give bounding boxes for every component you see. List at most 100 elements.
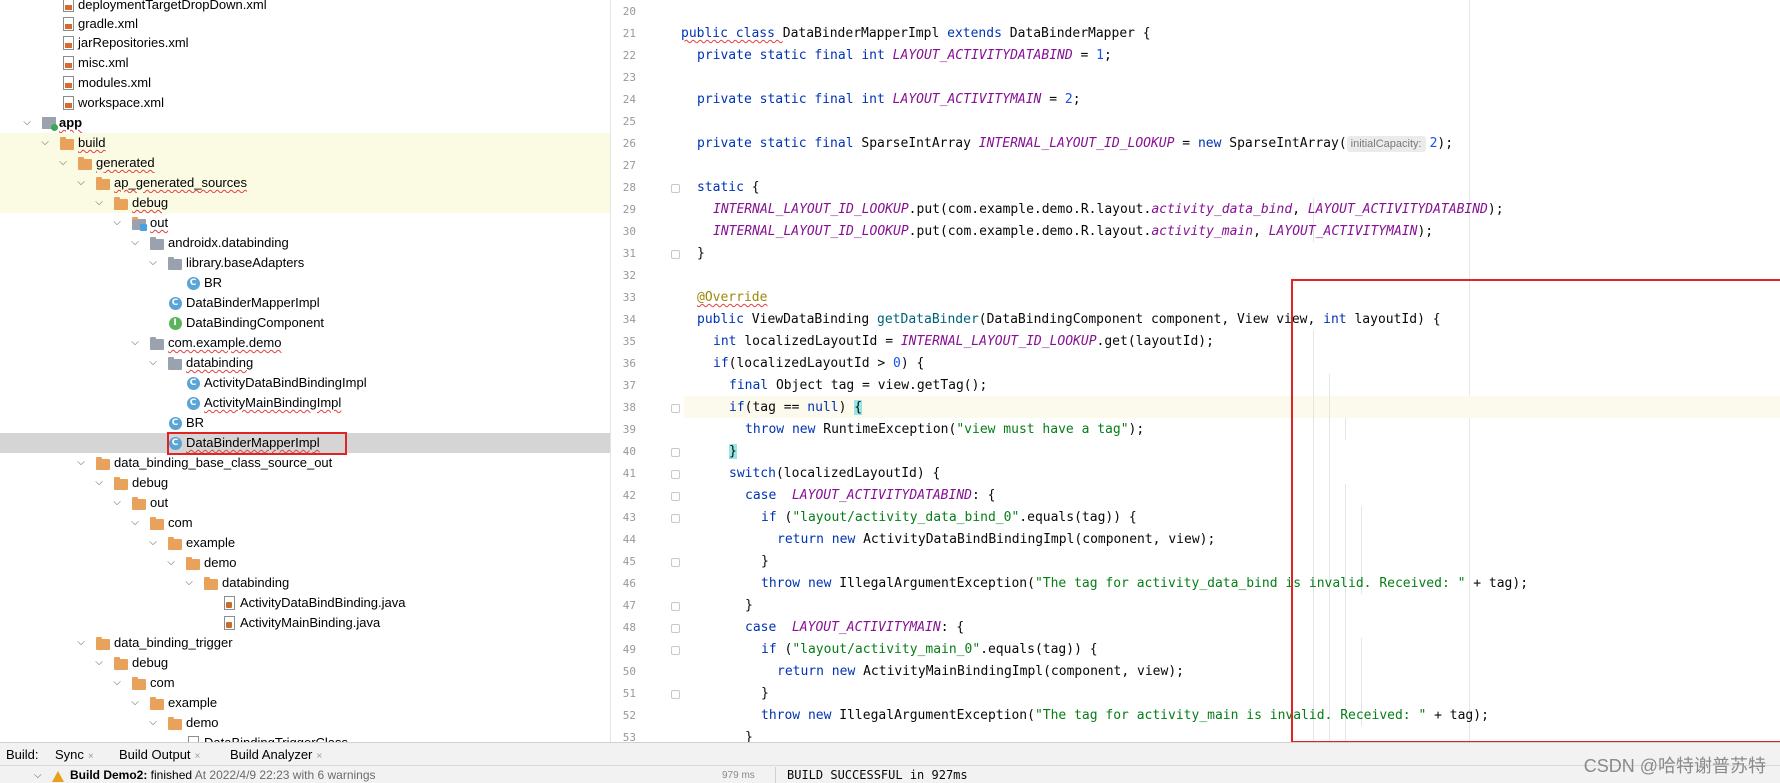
chevron-down-icon[interactable]: ⌵ <box>57 153 69 173</box>
tree-item-data-binding-trigger[interactable]: ⌵ data_binding_trigger <box>0 633 610 653</box>
tree-item-databindermapperimpl[interactable]: C DataBinderMapperImpl <box>0 293 610 313</box>
code-line-21: public class DataBinderMapperImpl extend… <box>681 26 1151 41</box>
code-line-44: return new ActivityDataBindBindingImpl(c… <box>777 532 1216 547</box>
tree-item-example[interactable]: ⌵ example <box>0 533 610 553</box>
tree-item-gradle-xml[interactable]: gradle.xml <box>0 14 610 34</box>
chevron-down-icon[interactable]: ⌵ <box>147 253 159 273</box>
tree-item-com[interactable]: ⌵ com <box>0 513 610 533</box>
build-result-row[interactable]: ⌵ Build Demo2: finished At 2022/4/9 22:2… <box>0 767 780 783</box>
chevron-down-icon[interactable]: ⌵ <box>129 513 141 533</box>
tree-item-out[interactable]: ⌵ out <box>0 213 610 233</box>
tree-item-debug-2[interactable]: ⌵ debug <box>0 473 610 493</box>
close-icon[interactable]: × <box>88 751 94 762</box>
chevron-down-icon[interactable]: ⌵ <box>75 633 87 653</box>
chevron-down-icon[interactable]: ⌵ <box>183 573 195 593</box>
tab-build-output[interactable]: Build Output × <box>119 743 200 766</box>
chevron-down-icon[interactable]: ⌵ <box>93 193 105 213</box>
chevron-down-icon[interactable]: ⌵ <box>39 133 51 153</box>
tree-item-demo[interactable]: ⌵ demo <box>0 553 610 573</box>
tree-item-ap-generated-sources[interactable]: ⌵ ap_generated_sources <box>0 173 610 193</box>
chevron-down-icon[interactable]: ⌵ <box>75 173 87 193</box>
tree-item-generated[interactable]: ⌵ generated <box>0 153 610 173</box>
tree-item-databindingtriggerclass[interactable]: DataBindingTriggerClass <box>0 733 610 742</box>
tree-item-br[interactable]: C BR <box>0 273 610 293</box>
package-icon <box>168 256 182 270</box>
tree-item-com-2[interactable]: ⌵ com <box>0 673 610 693</box>
folder-icon <box>78 156 92 170</box>
chevron-down-icon[interactable]: ⌵ <box>93 473 105 493</box>
chevron-down-icon[interactable]: ⌵ <box>111 673 123 693</box>
code-line-37: final Object tag = view.getTag(); <box>729 378 988 393</box>
code-line-42: case LAYOUT_ACTIVITYDATABIND: { <box>745 488 996 503</box>
chevron-down-icon[interactable]: ⌵ <box>147 533 159 553</box>
tree-item-modules-xml[interactable]: modules.xml <box>0 73 610 93</box>
panel-divider[interactable] <box>775 767 776 783</box>
code-line-46: throw new IllegalArgumentException("The … <box>761 576 1529 591</box>
tree-item-app[interactable]: ⌵ app <box>0 113 610 133</box>
package-icon <box>168 356 182 370</box>
code-line-38: if(tag == null) { <box>729 400 863 415</box>
tree-item-br-demo[interactable]: C BR <box>0 413 610 433</box>
close-icon[interactable]: × <box>316 751 322 762</box>
code-line-51: } <box>761 686 769 701</box>
tree-item-databinding-package[interactable]: ⌵ databinding <box>0 353 610 373</box>
chevron-down-icon[interactable]: ⌵ <box>21 113 33 133</box>
folder-icon <box>150 696 164 710</box>
tree-item-androidx-databinding[interactable]: ⌵ androidx.databinding <box>0 233 610 253</box>
tree-item-activitydatabindbindingimpl[interactable]: C ActivityDataBindBindingImpl <box>0 373 610 393</box>
class-icon: C <box>186 276 200 290</box>
tab-sync[interactable]: Sync × <box>55 743 94 766</box>
class-icon: C <box>168 416 182 430</box>
tree-item-jarrepositories-xml[interactable]: jarRepositories.xml <box>0 33 610 53</box>
folder-icon <box>132 676 146 690</box>
tree-item-out-2[interactable]: ⌵ out <box>0 493 610 513</box>
chevron-down-icon[interactable]: ⌵ <box>129 693 141 713</box>
code-line-48: case LAYOUT_ACTIVITYMAIN: { <box>745 620 965 635</box>
tree-item-workspace-xml[interactable]: workspace.xml <box>0 93 610 113</box>
xml-file-icon <box>61 36 75 50</box>
tree-item-debug[interactable]: ⌵ debug <box>0 193 610 213</box>
package-icon <box>150 236 164 250</box>
class-icon: C <box>168 296 182 310</box>
tree-item-demo-2[interactable]: ⌵ demo <box>0 713 610 733</box>
close-icon[interactable]: × <box>195 751 201 762</box>
tree-item-data-binding-base-class-source-out[interactable]: ⌵ data_binding_base_class_source_out <box>0 453 610 473</box>
project-tree-panel: deploymentTargetDropDown.xml gradle.xml … <box>0 0 611 742</box>
chevron-down-icon[interactable]: ⌵ <box>93 653 105 673</box>
code-line-29: INTERNAL_LAYOUT_ID_LOOKUP.put(com.exampl… <box>713 202 1504 217</box>
tree-item-com-example-demo[interactable]: ⌵ com.example.demo <box>0 333 610 353</box>
class-icon: C <box>186 376 200 390</box>
code-editor[interactable]: 20 21 22 23 24 25 26 27 28 29 30 31 32 3… <box>612 0 1780 742</box>
package-icon <box>150 336 164 350</box>
tree-item-library-baseadapters[interactable]: ⌵ library.baseAdapters <box>0 253 610 273</box>
chevron-down-icon[interactable]: ⌵ <box>111 213 123 233</box>
tree-item-example-2[interactable]: ⌵ example <box>0 693 610 713</box>
chevron-down-icon[interactable]: ⌵ <box>165 553 177 573</box>
tree-item-databindingcomponent[interactable]: I DataBindingComponent <box>0 313 610 333</box>
chevron-down-icon[interactable]: ⌵ <box>34 767 42 783</box>
code-line-45: } <box>761 554 769 569</box>
tree-item-activitydatabindbinding-java[interactable]: ActivityDataBindBinding.java <box>0 593 610 613</box>
code-line-50: return new ActivityMainBindingImpl(compo… <box>777 664 1184 679</box>
interface-icon: I <box>168 316 182 330</box>
tree-item-databinding-folder[interactable]: ⌵ databinding <box>0 573 610 593</box>
source-folder-icon <box>132 216 147 231</box>
folder-icon <box>114 476 128 490</box>
tree-item-activitymainbindingimpl[interactable]: C ActivityMainBindingImpl <box>0 393 610 413</box>
tree-item-misc-xml[interactable]: misc.xml <box>0 53 610 73</box>
tree-item-debug-3[interactable]: ⌵ debug <box>0 653 610 673</box>
tree-item-deploymenttargetdropdown[interactable]: deploymentTargetDropDown.xml <box>0 0 610 15</box>
code-line-39: throw new RuntimeException("view must ha… <box>745 422 1145 437</box>
chevron-down-icon[interactable]: ⌵ <box>129 333 141 353</box>
folder-icon <box>60 136 74 150</box>
chevron-down-icon[interactable]: ⌵ <box>111 493 123 513</box>
chevron-down-icon[interactable]: ⌵ <box>75 453 87 473</box>
tab-build-analyzer[interactable]: Build Analyzer × <box>230 743 322 766</box>
code-line-47: } <box>745 598 753 613</box>
chevron-down-icon[interactable]: ⌵ <box>147 353 159 373</box>
tree-item-build[interactable]: ⌵ build <box>0 133 610 153</box>
tree-item-activitymainbinding-java[interactable]: ActivityMainBinding.java <box>0 613 610 633</box>
chevron-down-icon[interactable]: ⌵ <box>129 233 141 253</box>
code-line-34: public ViewDataBinding getDataBinder(Dat… <box>697 312 1441 327</box>
chevron-down-icon[interactable]: ⌵ <box>147 713 159 733</box>
